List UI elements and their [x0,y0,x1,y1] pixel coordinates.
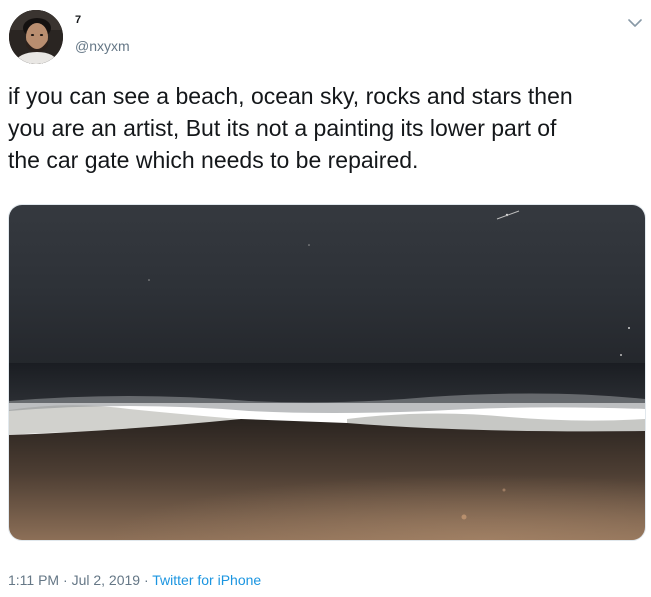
user-display-name[interactable]: 7 [75,14,81,26]
avatar[interactable] [9,10,63,64]
tweet-date[interactable]: Jul 2, 2019 [72,572,141,588]
tweet-source-link[interactable]: Twitter for iPhone [152,572,261,588]
tweet-card: 7 @nxyxm if you can see a beach, ocean s… [0,0,651,597]
meta-separator: · [59,572,72,588]
tweet-text: if you can see a beach, ocean sky, rocks… [8,83,573,173]
chevron-down-icon[interactable] [626,14,644,32]
tweet-photo[interactable] [8,204,646,541]
user-handle[interactable]: @nxyxm [75,38,130,54]
meta-separator: · [140,572,153,588]
tweet-time[interactable]: 1:11 PM [8,572,59,588]
tweet-meta: 1:11 PM · Jul 2, 2019 · Twitter for iPho… [8,572,261,588]
